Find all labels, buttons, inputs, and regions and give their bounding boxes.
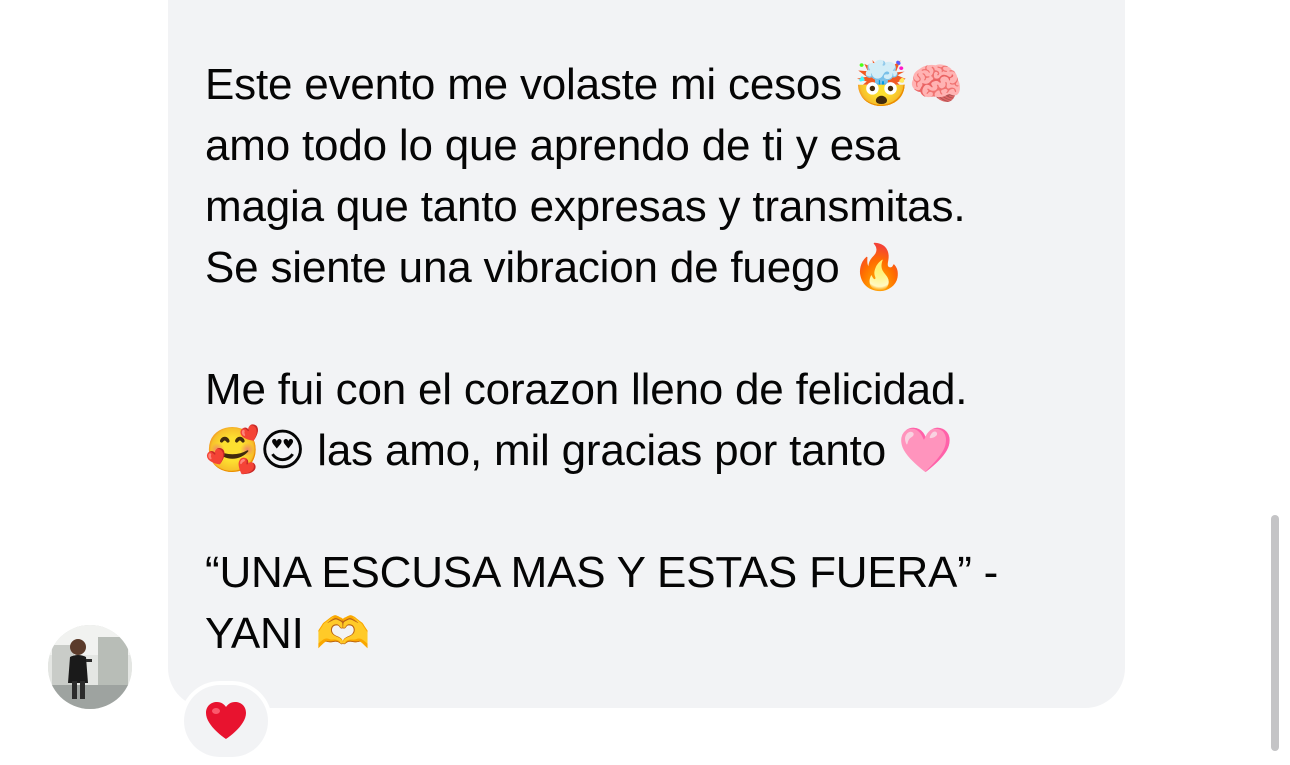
message-text: Este evento me volaste mi cesos 🤯🧠 amo t… <box>205 54 1105 664</box>
avatar-photo <box>48 625 132 709</box>
scrollbar[interactable] <box>1271 515 1279 751</box>
avatar[interactable] <box>48 625 132 709</box>
reaction-badge[interactable] <box>184 685 268 757</box>
heart-icon <box>206 702 246 739</box>
message-paragraph-2: Me fui con el corazon lleno de felicidad… <box>205 365 968 475</box>
chat-screen: Este evento me volaste mi cesos 🤯🧠 amo t… <box>0 0 1290 765</box>
message-paragraph-1: Este evento me volaste mi cesos 🤯🧠 amo t… <box>205 60 966 292</box>
message-paragraph-3: “UNA ESCUSA MAS Y ESTAS FUERA” - YANI 🫶 <box>205 548 999 658</box>
